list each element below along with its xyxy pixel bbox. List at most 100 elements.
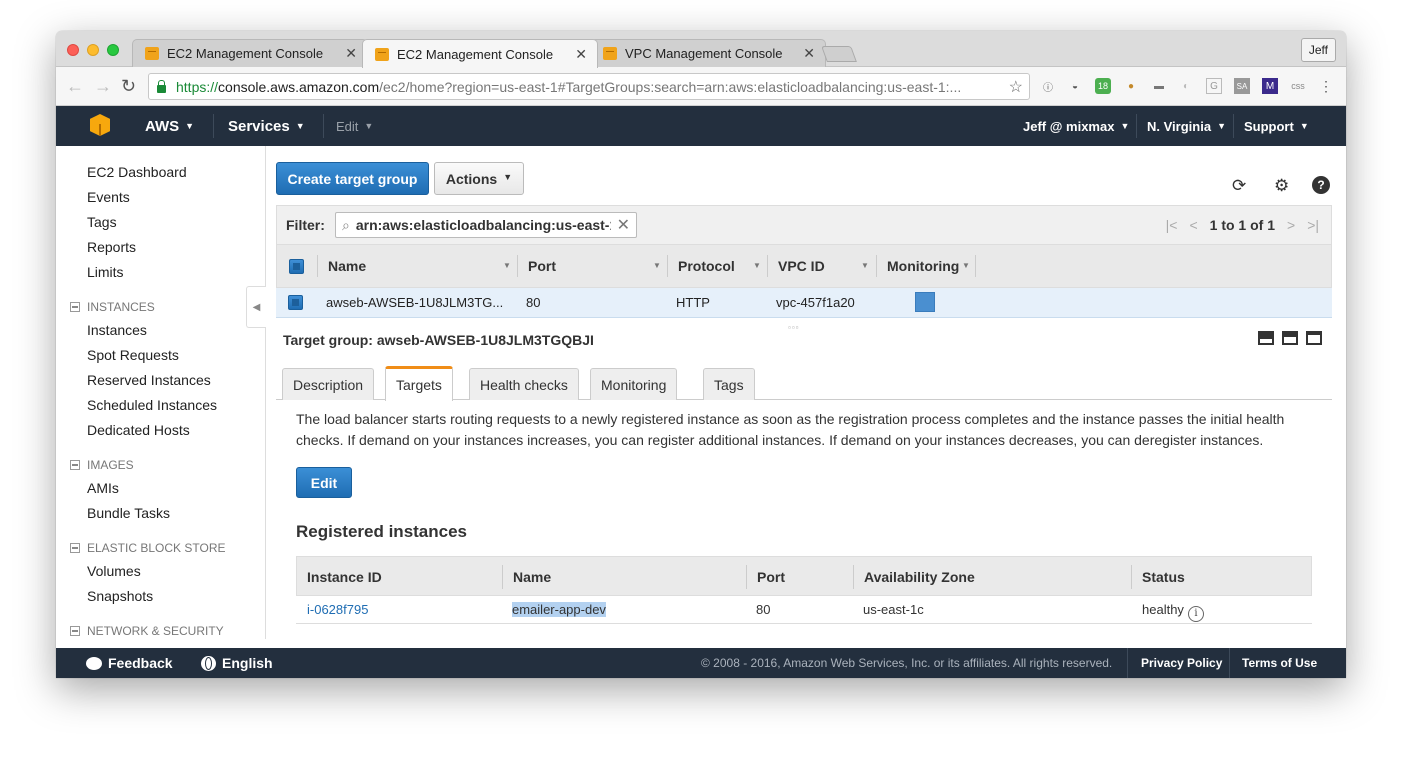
close-tab-icon[interactable]: ✕ — [803, 45, 815, 62]
aws-logo-icon[interactable] — [90, 114, 110, 136]
bookmark-star-icon[interactable]: ☆ — [1009, 77, 1023, 97]
privacy-policy-link[interactable]: Privacy Policy — [1141, 656, 1222, 670]
filter-search-input[interactable]: ⌕ arn:aws:elasticloadbalancing:us-east-1… — [335, 212, 637, 238]
css-extension-icon[interactable]: css — [1290, 78, 1306, 94]
column-vpc-id[interactable]: VPC ID — [778, 258, 825, 274]
services-menu[interactable]: Services ▼ — [228, 118, 305, 135]
sidebar-item-limits[interactable]: Limits — [87, 264, 124, 280]
column-divider — [317, 255, 318, 277]
sort-caret-icon[interactable]: ▼ — [503, 261, 511, 270]
column-name[interactable]: Name — [328, 258, 366, 274]
browser-tab-vpc[interactable]: VPC Management Console ✕ — [590, 39, 826, 67]
back-arrow-icon[interactable]: ← — [66, 76, 84, 97]
column-protocol[interactable]: Protocol — [678, 258, 735, 274]
layout-full-icon[interactable] — [1306, 331, 1322, 345]
actions-button[interactable]: Actions ▼ — [434, 162, 524, 195]
help-icon[interactable]: ? — [1312, 176, 1330, 194]
tab-description[interactable]: Description — [282, 368, 375, 400]
support-menu[interactable]: Support ▼ — [1244, 119, 1309, 134]
first-page-icon[interactable]: |< — [1166, 217, 1178, 233]
sidebar-item-scheduled-instances[interactable]: Scheduled Instances — [87, 397, 217, 413]
sidebar-item-tags[interactable]: Tags — [87, 214, 117, 230]
sidebar-item-ec2-dashboard[interactable]: EC2 Dashboard — [87, 164, 187, 180]
close-tab-icon[interactable]: ✕ — [575, 46, 587, 63]
last-page-icon[interactable]: >| — [1307, 217, 1319, 233]
instance-id-link[interactable]: i-0628f795 — [307, 602, 368, 617]
m-extension-icon[interactable]: M — [1262, 78, 1278, 94]
new-tab-button[interactable] — [821, 46, 857, 62]
browser-tab-ec2-1[interactable]: EC2 Management Console ✕ — [132, 39, 368, 67]
column-status[interactable]: Status — [1142, 569, 1185, 585]
prev-page-icon[interactable]: < — [1189, 217, 1197, 233]
sidebar-item-reports[interactable]: Reports — [87, 239, 136, 255]
sidebar-item-events[interactable]: Events — [87, 189, 130, 205]
sidebar-section-instances[interactable]: INSTANCES — [70, 300, 155, 314]
sort-caret-icon[interactable]: ▼ — [653, 261, 661, 270]
pane-resize-handle[interactable]: ▫▫▫ — [788, 323, 800, 332]
create-target-group-button[interactable]: Create target group — [276, 162, 429, 195]
menu-kebab-icon[interactable]: ⋮ — [1318, 78, 1334, 94]
sidebar-item-instances[interactable]: Instances — [87, 322, 147, 338]
sa-extension-icon[interactable]: SA — [1234, 78, 1250, 94]
tab-targets[interactable]: Targets — [385, 366, 453, 401]
profile-button[interactable]: Jeff — [1300, 38, 1336, 62]
column-port[interactable]: Port — [528, 258, 556, 274]
terms-of-use-link[interactable]: Terms of Use — [1242, 656, 1317, 670]
browser-tab-ec2-2[interactable]: EC2 Management Console ✕ — [362, 39, 598, 68]
reload-icon[interactable]: ↻ — [121, 76, 136, 97]
mask-extension-icon[interactable]: ◒ — [1067, 78, 1083, 94]
table-row[interactable]: awseb-AWSEB-1U8JLM3TG... 80 HTTP vpc-457… — [276, 288, 1332, 318]
next-page-icon[interactable]: > — [1287, 217, 1295, 233]
refresh-icon[interactable]: ⟳ — [1232, 176, 1246, 196]
zoom-window-button[interactable] — [107, 44, 119, 56]
language-selector[interactable]: English — [201, 655, 273, 671]
sidebar-item-volumes[interactable]: Volumes — [87, 563, 141, 579]
forward-arrow-icon[interactable]: → — [94, 76, 112, 97]
tab-health-checks[interactable]: Health checks — [469, 368, 579, 400]
sidebar-item-snapshots[interactable]: Snapshots — [87, 588, 153, 604]
info-icon[interactable]: i — [1187, 606, 1204, 622]
minimize-window-button[interactable] — [87, 44, 99, 56]
region-menu[interactable]: N. Virginia ▼ — [1147, 119, 1226, 134]
layout-split-icon[interactable] — [1282, 331, 1298, 345]
column-monitoring[interactable]: Monitoring — [887, 258, 959, 274]
column-name[interactable]: Name — [513, 569, 551, 585]
sidebar-item-reserved-instances[interactable]: Reserved Instances — [87, 372, 211, 388]
cookie-extension-icon[interactable]: ● — [1123, 78, 1139, 94]
sidebar-item-bundle-tasks[interactable]: Bundle Tasks — [87, 505, 170, 521]
aws-menu[interactable]: AWS ▼ — [145, 118, 194, 135]
select-all-checkbox[interactable] — [289, 259, 304, 274]
leaf-extension-icon[interactable]: ◐ — [1178, 78, 1194, 94]
edit-button[interactable]: Edit — [296, 467, 352, 498]
sort-caret-icon[interactable]: ▼ — [861, 261, 869, 270]
badge-extension-icon[interactable]: 18 — [1095, 78, 1111, 94]
layout-bottom-icon[interactable] — [1258, 331, 1274, 345]
address-bar[interactable]: https:// console.aws.amazon.com /ec2/hom… — [148, 73, 1030, 100]
sidebar-item-amis[interactable]: AMIs — [87, 480, 119, 496]
sidebar-item-spot-requests[interactable]: Spot Requests — [87, 347, 179, 363]
tab-monitoring[interactable]: Monitoring — [590, 368, 678, 400]
column-port[interactable]: Port — [757, 569, 785, 585]
sidebar-section-images[interactable]: IMAGES — [70, 458, 134, 472]
gear-icon[interactable]: ⚙ — [1274, 176, 1289, 196]
column-availability-zone[interactable]: Availability Zone — [864, 569, 975, 585]
g-extension-icon[interactable]: G — [1206, 78, 1222, 94]
folder-extension-icon[interactable]: ▬ — [1151, 78, 1167, 94]
sidebar-section-network-security[interactable]: NETWORK & SECURITY — [70, 624, 224, 638]
sidebar-item-dedicated-hosts[interactable]: Dedicated Hosts — [87, 422, 190, 438]
sidebar: EC2 Dashboard Events Tags Reports Limits… — [56, 146, 266, 639]
tab-tags[interactable]: Tags — [703, 368, 755, 400]
feedback-link[interactable]: Feedback — [86, 655, 173, 671]
close-window-button[interactable] — [67, 44, 79, 56]
sort-caret-icon[interactable]: ▼ — [753, 261, 761, 270]
sidebar-collapse-button[interactable]: ◀ — [246, 286, 266, 328]
sidebar-section-ebs[interactable]: ELASTIC BLOCK STORE — [70, 541, 226, 555]
close-tab-icon[interactable]: ✕ — [345, 45, 357, 62]
account-menu[interactable]: Jeff @ mixmax ▼ — [1023, 119, 1129, 134]
row-checkbox[interactable] — [288, 295, 303, 310]
column-instance-id[interactable]: Instance ID — [307, 569, 382, 585]
info-extension-icon[interactable]: ⓘ — [1040, 78, 1056, 94]
sort-caret-icon[interactable]: ▼ — [962, 261, 970, 270]
edit-menu[interactable]: Edit ▼ — [336, 119, 373, 134]
clear-filter-icon[interactable]: ✕ — [611, 215, 636, 235]
